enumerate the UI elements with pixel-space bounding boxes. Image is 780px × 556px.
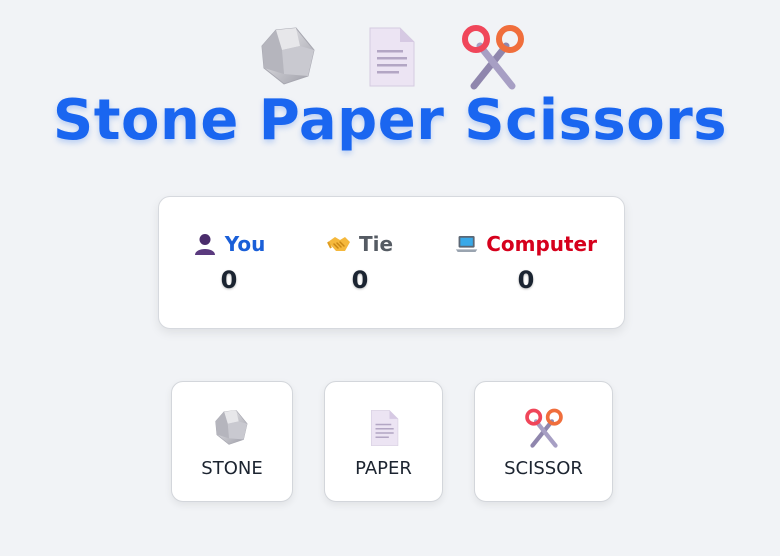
page-title: Stone Paper Scissors: [52, 88, 728, 153]
paper-button-label: PAPER: [355, 458, 412, 479]
stone-button-label: STONE: [201, 458, 263, 479]
stone-button[interactable]: STONE: [171, 381, 293, 502]
score-computer-label: Computer: [486, 232, 597, 256]
score-you-value: 0: [220, 266, 238, 294]
stone-icon: [215, 410, 248, 445]
score-computer: Computer 0: [455, 229, 597, 294]
score-computer-value: 0: [517, 266, 535, 294]
header-icons: [0, 24, 780, 90]
stone-icon: [261, 27, 315, 85]
laptop-icon: [455, 235, 478, 253]
scissor-button-label: SCISSOR: [504, 458, 583, 479]
paper-button[interactable]: PAPER: [324, 381, 443, 502]
score-tie-value: 0: [351, 266, 369, 294]
score-tie-label: Tie: [358, 232, 394, 256]
score-you: You 0: [189, 229, 269, 294]
score-tie: Tie 0: [324, 229, 396, 294]
handshake-icon: [327, 237, 350, 251]
scissor-button[interactable]: SCISSOR: [474, 381, 613, 502]
paper-icon: [370, 410, 398, 446]
paper-icon: [369, 27, 415, 87]
scissors-icon: [524, 408, 563, 448]
scoreboard: You 0 Tie 0 Computer 0: [158, 196, 625, 329]
person-icon: [194, 234, 215, 255]
scissors-icon: [462, 25, 524, 90]
score-you-label: You: [224, 232, 266, 256]
